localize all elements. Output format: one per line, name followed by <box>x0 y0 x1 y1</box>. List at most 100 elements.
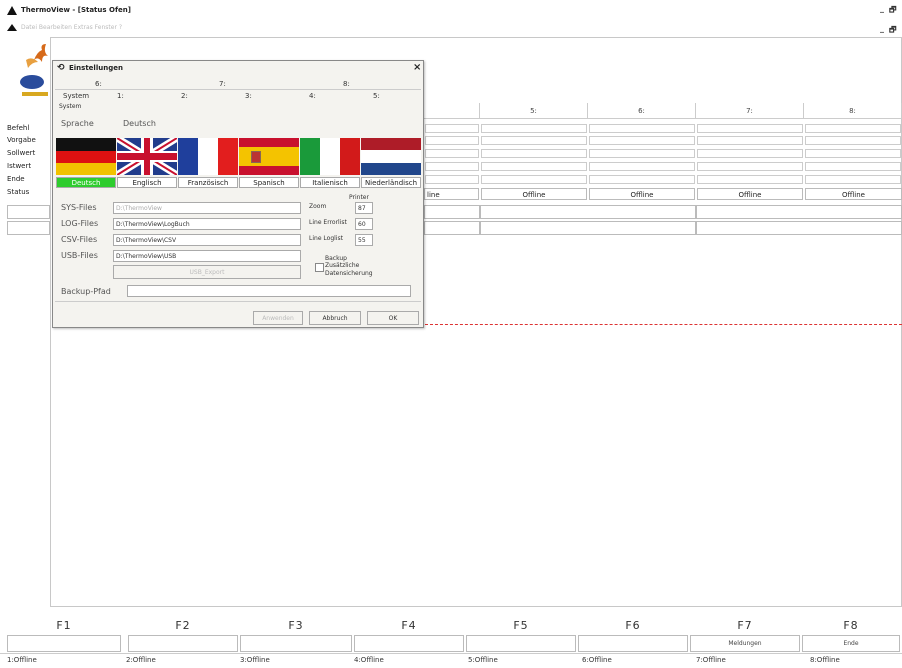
cancel-button[interactable]: Abbruch <box>309 311 361 325</box>
value-cell <box>425 175 479 184</box>
fkey-f8-button[interactable]: Ende <box>802 635 900 652</box>
backup-checkbox[interactable] <box>315 263 324 272</box>
fkey-f4-button[interactable] <box>354 635 464 652</box>
input-4b[interactable] <box>424 221 480 235</box>
fkey-f3[interactable]: F3 <box>240 619 352 653</box>
value-cell <box>481 175 587 184</box>
fkey-f6-button[interactable] <box>578 635 688 652</box>
child-maximize-button[interactable]: 🗗 <box>889 24 897 38</box>
flag-france-icon[interactable] <box>178 138 238 175</box>
settings-dialog: ⟲ Einstellungen × 6: 7: 8: System 1: 2: … <box>52 60 424 328</box>
fkey-f7[interactable]: F7 Meldungen <box>690 619 800 653</box>
app-menu-icon[interactable] <box>7 24 17 31</box>
fkey-f6-name: F6 <box>625 619 641 632</box>
language-spanisch-button[interactable]: Spanisch <box>239 177 299 188</box>
flag-netherlands-icon[interactable] <box>361 138 421 175</box>
left-input-2[interactable] <box>7 221 50 235</box>
value-cell <box>589 136 695 145</box>
tab-system[interactable]: System <box>63 92 89 100</box>
tab-4[interactable]: 4: <box>309 92 316 100</box>
language-italienisch-button[interactable]: Italienisch <box>300 177 360 188</box>
fkey-f8[interactable]: F8 Ende <box>802 619 900 653</box>
tab-separator <box>55 89 421 90</box>
fkey-f2-button[interactable] <box>128 635 238 652</box>
language-englisch-button[interactable]: Englisch <box>117 177 177 188</box>
input-56b[interactable] <box>480 221 696 235</box>
csv-files-field[interactable]: D:\ThermoView\CSV <box>113 234 301 246</box>
flag-italy-icon[interactable] <box>300 138 360 175</box>
tab-6[interactable]: 6: <box>95 80 102 88</box>
flag-uk-icon[interactable] <box>117 138 177 175</box>
fkey-f3-name: F3 <box>288 619 304 632</box>
input-78a[interactable] <box>696 205 902 219</box>
column-header-6: 6: <box>588 103 696 119</box>
sys-files-field[interactable]: D:\ThermoView <box>113 202 301 214</box>
status-offline-8: Offline <box>805 188 902 200</box>
backup-title: Backup <box>325 255 347 262</box>
value-cell <box>697 136 803 145</box>
tab-1[interactable]: 1: <box>117 92 124 100</box>
minimize-button[interactable]: _ <box>880 4 884 13</box>
fkey-f8-name: F8 <box>843 619 859 632</box>
flag-spain-icon[interactable] <box>239 138 299 175</box>
status-offline-4: line <box>424 188 479 200</box>
input-78b[interactable] <box>696 221 902 235</box>
value-cell <box>481 162 587 171</box>
fkey-f5-button[interactable] <box>466 635 576 652</box>
fkey-f5[interactable]: F5 <box>466 619 576 653</box>
fkey-f1[interactable]: F1 <box>7 619 121 653</box>
child-minimize-button[interactable]: _ <box>880 24 884 33</box>
value-cell <box>697 175 803 184</box>
input-56a[interactable] <box>480 205 696 219</box>
button-separator <box>55 301 421 302</box>
zoom-label: Zoom <box>309 203 327 210</box>
value-cell <box>425 162 479 171</box>
menu-items[interactable]: Datei Bearbeiten Extras Fenster ? <box>21 24 122 31</box>
input-4a[interactable] <box>424 205 480 219</box>
tab-7[interactable]: 7: <box>219 80 226 88</box>
tab-2[interactable]: 2: <box>181 92 188 100</box>
log-files-field[interactable]: D:\ThermoView\LogBuch <box>113 218 301 230</box>
status-offline-5: Offline <box>481 188 587 200</box>
fkey-f2[interactable]: F2 <box>128 619 238 653</box>
fkey-f1-button[interactable] <box>7 635 121 652</box>
dialog-title-bar: ⟲ Einstellungen × <box>53 61 423 75</box>
value-cell <box>805 162 901 171</box>
row-label-vorgabe: Vorgabe <box>7 136 36 144</box>
status-item-8: 8:Offline <box>810 656 840 664</box>
tab-3[interactable]: 3: <box>245 92 252 100</box>
backup-path-field[interactable] <box>127 285 411 297</box>
sprache-label: Sprache <box>61 119 94 128</box>
line-errorlist-field[interactable]: 60 <box>355 218 373 230</box>
backup-path-label: Backup-Pfad <box>61 287 111 296</box>
dialog-title: Einstellungen <box>69 64 123 72</box>
row-label-istwert: Istwert <box>7 162 32 170</box>
language-niederlaendisch-button[interactable]: Niederländisch <box>361 177 421 188</box>
log-files-label: LOG-Files <box>61 219 99 228</box>
language-deutsch-button[interactable]: Deutsch <box>56 177 116 188</box>
left-input-1[interactable] <box>7 205 50 219</box>
status-offline-6: Offline <box>589 188 695 200</box>
flag-germany-icon[interactable] <box>56 138 116 175</box>
column-header-4 <box>424 103 480 119</box>
value-cell <box>697 149 803 158</box>
line-loglist-field[interactable]: 55 <box>355 234 373 246</box>
tab-5[interactable]: 5: <box>373 92 380 100</box>
fkey-f3-button[interactable] <box>240 635 352 652</box>
maximize-button[interactable]: 🗗 <box>889 4 897 18</box>
title-bar: ThermoView - [Status Ofen] _ 🗗 <box>0 0 902 22</box>
tab-8[interactable]: 8: <box>343 80 350 88</box>
close-icon[interactable]: × <box>413 61 421 75</box>
fkey-f6[interactable]: F6 <box>578 619 688 653</box>
apply-button[interactable]: Anwenden <box>253 311 303 325</box>
fkey-f7-button[interactable]: Meldungen <box>690 635 800 652</box>
usb-files-field[interactable]: D:\ThermoView\USB <box>113 250 301 262</box>
usb-export-button[interactable]: USB_Export <box>113 265 301 279</box>
fkey-f1-name: F1 <box>56 619 72 632</box>
fkey-f4[interactable]: F4 <box>354 619 464 653</box>
zoom-field[interactable]: 87 <box>355 202 373 214</box>
language-franzoesisch-button[interactable]: Französisch <box>178 177 238 188</box>
ok-button[interactable]: OK <box>367 311 419 325</box>
divider-line <box>425 324 902 325</box>
status-item-1: 1:Offline <box>7 656 37 664</box>
